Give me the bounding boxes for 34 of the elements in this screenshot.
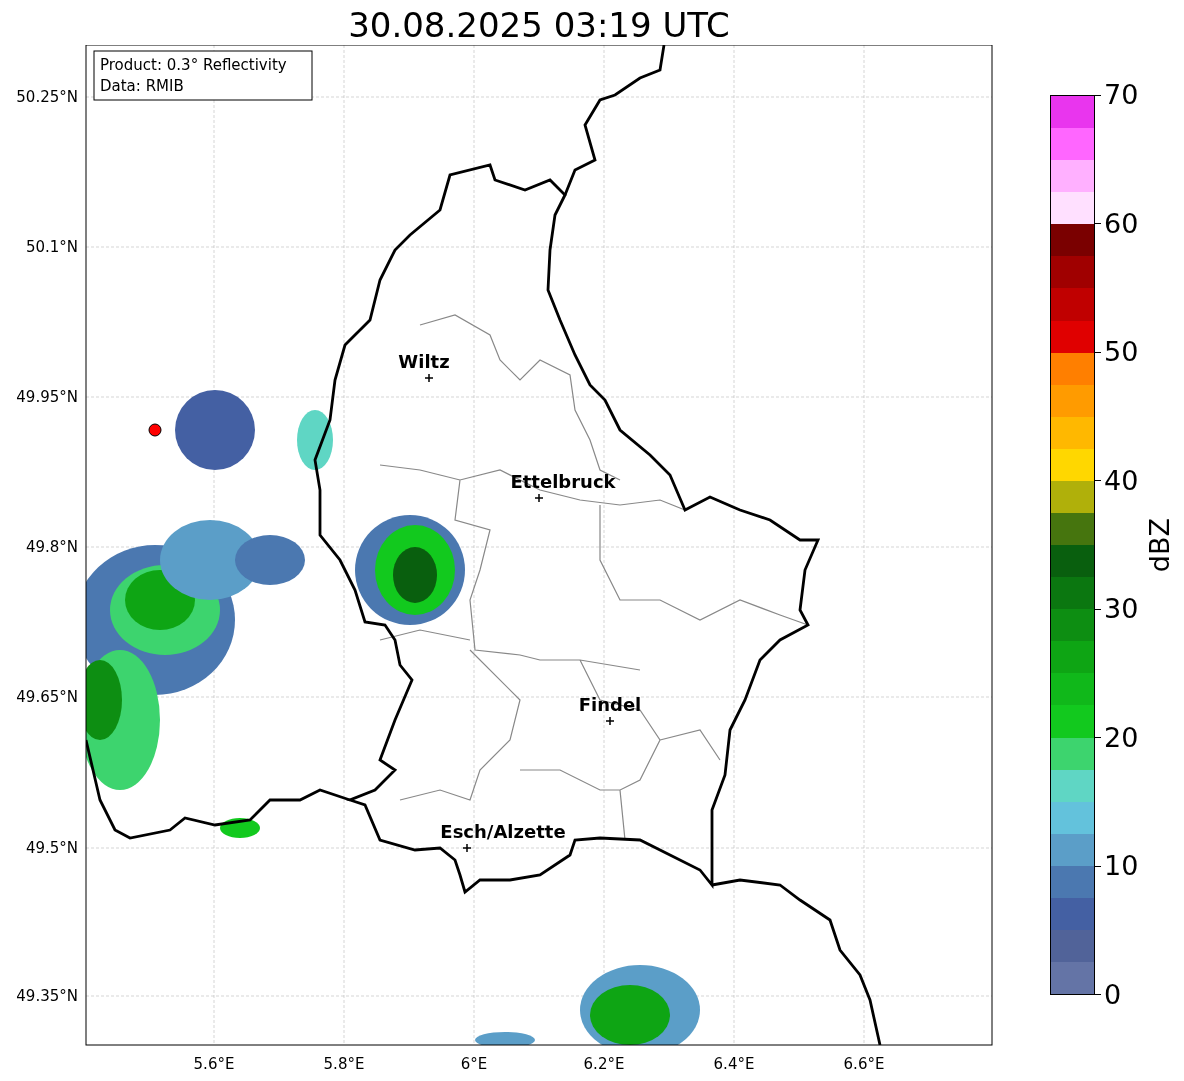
info-text: Data: RMIB: [100, 77, 184, 95]
x-tick-label: 6.2°E: [583, 1055, 625, 1073]
y-tick-label: 49.5°N: [25, 839, 78, 857]
chart-title: 30.08.2025 03:19 UTC: [347, 4, 731, 45]
city-marker-icon: [424, 373, 434, 383]
x-tick-label: 6°E: [460, 1055, 488, 1073]
colorbar-tick-label: 30: [1104, 594, 1139, 625]
y-tick-label: 50.25°N: [16, 88, 78, 106]
y-tick-label: 49.8°N: [25, 538, 78, 556]
colorbar-tick-label: 0: [1104, 979, 1122, 1010]
colorbar-tick-label: 10: [1104, 851, 1139, 882]
colorbar-label: dBZ: [1144, 517, 1176, 573]
colorbar-tick-label: 20: [1104, 722, 1139, 753]
city-marker-icon: [605, 716, 615, 726]
city-label: Esch/Alzette: [440, 821, 566, 842]
y-tick-label: 49.65°N: [16, 688, 78, 706]
x-tick-label: 6.6°E: [843, 1055, 885, 1073]
city-marker-icon: [462, 843, 472, 853]
colorbar-tick-label: 50: [1104, 337, 1139, 368]
y-tick-label: 50.1°N: [25, 238, 78, 256]
info-text: Product: 0.3° Reflectivity: [100, 56, 287, 74]
city-label: Wiltz: [398, 351, 450, 372]
x-tick-label: 6.4°E: [713, 1055, 755, 1073]
y-tick-label: 49.95°N: [16, 388, 78, 406]
colorbar-tick-label: 70: [1104, 80, 1139, 110]
city-marker-icon: [534, 493, 544, 503]
colorbar-tick-label: 60: [1104, 208, 1139, 239]
city-label: Ettelbruck: [510, 471, 616, 492]
x-tick-label: 5.8°E: [323, 1055, 365, 1073]
x-tick-label: 5.6°E: [193, 1055, 235, 1073]
city-label: Findel: [578, 694, 642, 715]
radar-site-icon: [148, 423, 162, 437]
colorbar-tick-label: 40: [1104, 465, 1139, 496]
y-tick-label: 49.35°N: [16, 987, 78, 1005]
